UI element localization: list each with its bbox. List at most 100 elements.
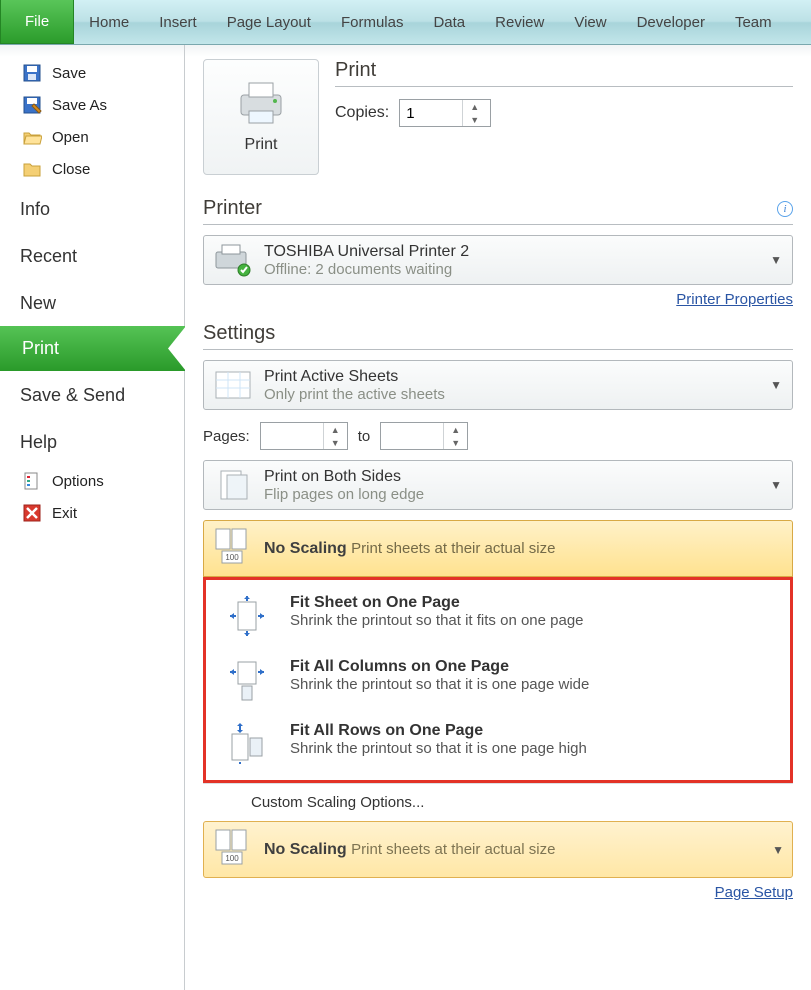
tab-label: Insert — [159, 14, 197, 31]
scaling-current[interactable]: 100 No Scaling Print sheets at their act… — [203, 520, 793, 577]
nav-help[interactable]: Help — [0, 418, 184, 465]
tab-label: View — [574, 14, 606, 31]
nav-info[interactable]: Info — [0, 185, 184, 232]
nav-label: Options — [52, 473, 104, 490]
tab-file[interactable]: File — [0, 0, 74, 44]
option-title: Fit All Columns on One Page — [290, 658, 776, 676]
nav-recent[interactable]: Recent — [0, 232, 184, 279]
nav-label: Open — [52, 129, 89, 146]
info-icon[interactable]: i — [777, 201, 793, 217]
tab-label: Home — [89, 14, 129, 31]
tab-data[interactable]: Data — [418, 0, 480, 44]
printer-select[interactable]: TOSHIBA Universal Printer 2 Offline: 2 d… — [203, 235, 793, 285]
floppy-icon — [22, 63, 42, 83]
tab-insert[interactable]: Insert — [144, 0, 212, 44]
chevron-down-icon[interactable]: ▼ — [324, 436, 347, 449]
print-button[interactable]: Print — [203, 59, 319, 175]
ribbon: File Home Insert Page Layout Formulas Da… — [0, 0, 811, 45]
option-sub: Shrink the printout so that it fits on o… — [290, 612, 776, 629]
nav-open[interactable]: Open — [0, 121, 184, 153]
chevron-up-icon[interactable]: ▲ — [463, 100, 486, 113]
tab-review[interactable]: Review — [480, 0, 559, 44]
option-sub: Shrink the printout so that it is one pa… — [290, 740, 776, 757]
floppy-pencil-icon — [22, 95, 42, 115]
fit-columns-icon — [220, 658, 274, 702]
tab-label: Review — [495, 14, 544, 31]
nav-label: Print — [22, 338, 59, 359]
chevron-down-icon: ▼ — [772, 843, 784, 857]
select-sub: Only print the active sheets — [264, 386, 445, 403]
nav-close[interactable]: Close — [0, 153, 184, 185]
copies-spinner[interactable]: ▲▼ — [399, 99, 491, 127]
svg-text:100: 100 — [225, 854, 239, 863]
tab-label: Team — [735, 14, 772, 31]
scaling-sub: Print sheets at their actual size — [351, 540, 555, 557]
nav-new[interactable]: New — [0, 279, 184, 326]
nav-label: Close — [52, 161, 90, 178]
no-scaling-icon: 100 — [212, 527, 254, 570]
folder-open-icon — [22, 127, 42, 147]
chevron-down-icon: ▼ — [770, 253, 782, 267]
chevron-up-icon[interactable]: ▲ — [444, 423, 467, 436]
backstage-nav: Save Save As Open Close Info Recent New … — [0, 45, 185, 990]
scaling-title: No Scaling — [264, 841, 347, 858]
tab-formulas[interactable]: Formulas — [326, 0, 419, 44]
copies-input[interactable] — [400, 103, 462, 124]
tab-label: Page Layout — [227, 14, 311, 31]
printer-properties-link[interactable]: Printer Properties — [203, 291, 793, 308]
chevron-down-icon[interactable]: ▼ — [463, 113, 486, 126]
nav-print[interactable]: Print — [0, 326, 185, 371]
settings-header: Settings — [203, 322, 793, 345]
scaling-option-fit-columns[interactable]: Fit All Columns on One Page Shrink the p… — [206, 648, 790, 712]
copies-label: Copies: — [335, 104, 389, 122]
pages-from-input[interactable] — [261, 426, 323, 447]
tab-developer[interactable]: Developer — [622, 0, 720, 44]
scaling-option-fit-rows[interactable]: Fit All Rows on One Page Shrink the prin… — [206, 712, 790, 776]
nav-options[interactable]: Options — [0, 465, 184, 497]
tab-pagelayout[interactable]: Page Layout — [212, 0, 326, 44]
nav-savesend[interactable]: Save & Send — [0, 371, 184, 418]
page-setup-link[interactable]: Page Setup — [203, 884, 793, 901]
chevron-down-icon[interactable]: ▼ — [444, 436, 467, 449]
printer-name: TOSHIBA Universal Printer 2 — [264, 243, 469, 261]
svg-text:100: 100 — [225, 553, 239, 562]
folder-close-icon — [22, 159, 42, 179]
nav-exit[interactable]: Exit — [0, 497, 184, 529]
tab-file-label: File — [25, 13, 49, 30]
select-title: Print on Both Sides — [264, 468, 424, 486]
chevron-up-icon[interactable]: ▲ — [324, 423, 347, 436]
pages-to-spinner[interactable]: ▲▼ — [380, 422, 468, 450]
tab-label: Data — [433, 14, 465, 31]
scaling-custom-option[interactable]: Custom Scaling Options... — [203, 783, 793, 821]
pages-from-spinner[interactable]: ▲▼ — [260, 422, 348, 450]
option-title: Fit Sheet on One Page — [290, 594, 776, 612]
tab-home[interactable]: Home — [74, 0, 144, 44]
spinner-arrows[interactable]: ▲▼ — [323, 423, 347, 449]
nav-save[interactable]: Save — [0, 57, 184, 89]
scaling-select-closed[interactable]: 100 No Scaling Print sheets at their act… — [203, 821, 793, 878]
scaling-sub: Print sheets at their actual size — [351, 841, 555, 858]
select-title: Print Active Sheets — [264, 368, 445, 386]
sides-select[interactable]: Print on Both Sides Flip pages on long e… — [203, 460, 793, 510]
tab-team[interactable]: Team — [720, 0, 787, 44]
backstage-workspace: Save Save As Open Close Info Recent New … — [0, 45, 811, 990]
pages-to-label: to — [358, 428, 371, 445]
options-icon — [22, 471, 42, 491]
printer-icon — [235, 81, 287, 130]
tab-view[interactable]: View — [559, 0, 621, 44]
spinner-arrows[interactable]: ▲▼ — [462, 100, 486, 126]
fit-sheet-icon — [220, 594, 274, 638]
print-button-label: Print — [245, 136, 278, 154]
print-what-select[interactable]: Print Active Sheets Only print the activ… — [203, 360, 793, 410]
pages-label: Pages: — [203, 428, 250, 445]
chevron-down-icon: ▼ — [770, 378, 782, 392]
tab-label: Formulas — [341, 14, 404, 31]
scaling-options-highlight: Fit Sheet on One Page Shrink the printou… — [203, 577, 793, 783]
pages-to-input[interactable] — [381, 426, 443, 447]
scaling-option-fit-sheet[interactable]: Fit Sheet on One Page Shrink the printou… — [206, 584, 790, 648]
spinner-arrows[interactable]: ▲▼ — [443, 423, 467, 449]
nav-saveas[interactable]: Save As — [0, 89, 184, 121]
divider — [203, 349, 793, 350]
scaling-dropdown: 100 No Scaling Print sheets at their act… — [203, 520, 793, 878]
printer-status-icon — [212, 242, 254, 278]
